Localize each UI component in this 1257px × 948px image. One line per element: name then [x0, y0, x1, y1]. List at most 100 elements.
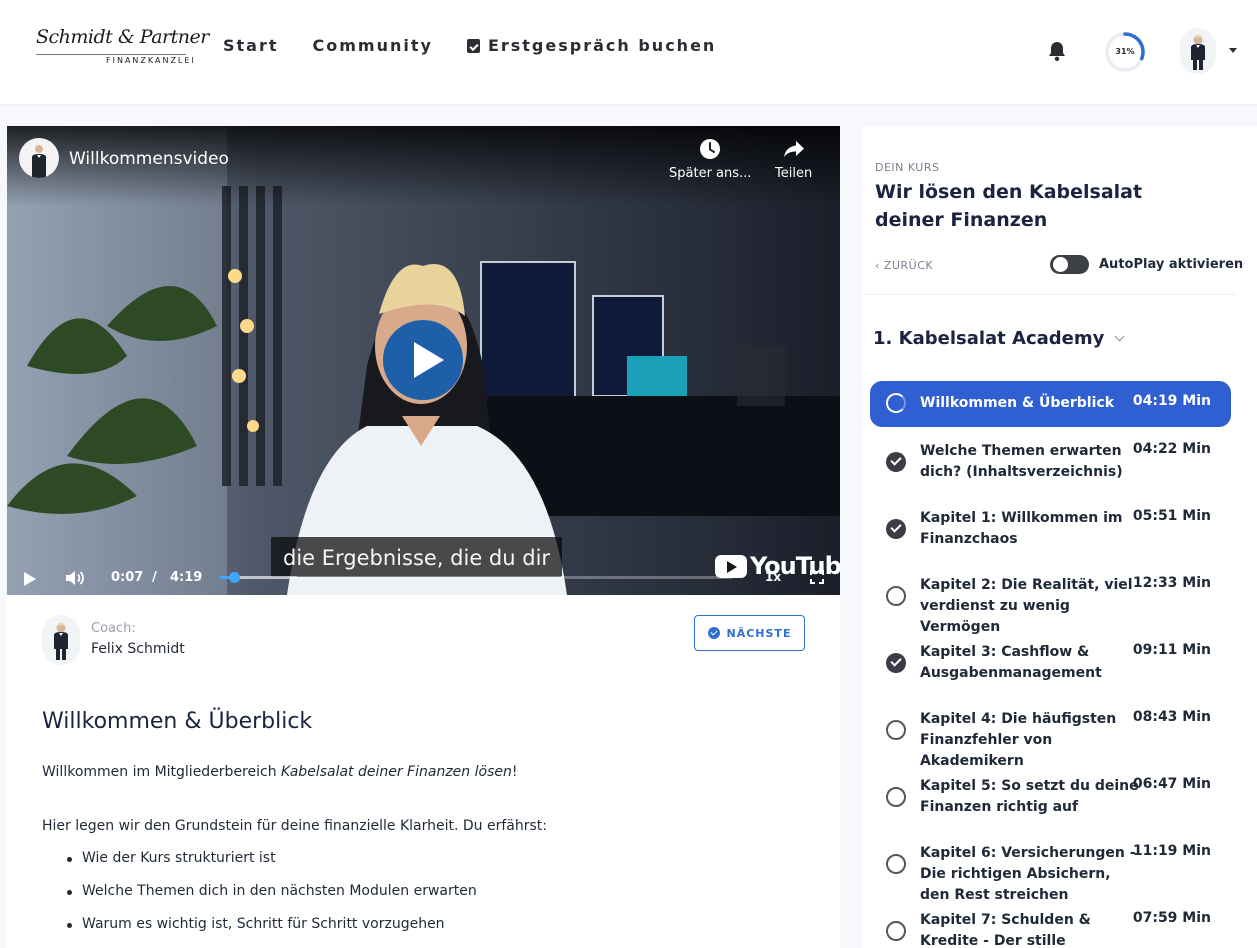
fullscreen-icon[interactable] — [810, 570, 824, 584]
nav-book-call-label: Erstgespräch buchen — [487, 36, 717, 55]
intro-suffix: ! — [511, 764, 518, 780]
module-header[interactable]: 1. Kabelsalat Academy — [873, 328, 1125, 349]
empty-circle-icon — [886, 787, 906, 807]
empty-circle-icon — [886, 586, 906, 606]
divider — [862, 294, 1237, 295]
brand-logo[interactable]: Schmidt & Partner FINANZKANZLEI — [36, 26, 209, 70]
lesson-bullet-list: Wie der Kurs strukturiert ist Welche The… — [62, 850, 477, 948]
list-item: Wie der Kurs strukturiert ist — [62, 850, 477, 883]
back-label: ZURÜCK — [883, 259, 934, 272]
progress-percent: 31% — [1115, 47, 1135, 56]
lesson-duration: 07:59 Min — [1132, 910, 1211, 926]
chevron-down-icon — [1114, 331, 1125, 342]
top-header: Schmidt & Partner FINANZKANZLEI Start Co… — [0, 0, 1257, 105]
course-title: Wir lösen den Kabelsalat deiner Finanzen — [875, 181, 1143, 231]
logo-script: Schmidt & Partner — [36, 26, 209, 48]
lesson-duration: 09:11 Min — [1132, 642, 1211, 658]
lesson-item[interactable]: Kapitel 4: Die häufigsten Finanzfehler v… — [870, 708, 1231, 769]
speed-button[interactable]: 1x — [765, 570, 781, 584]
course-kicker: DEIN KURS — [875, 161, 940, 174]
lesson-duration: 05:51 Min — [1132, 508, 1211, 524]
course-progress-ring[interactable]: 31% — [1104, 31, 1146, 73]
lesson-name: Kapitel 6: Versicherungen - Die richtige… — [920, 845, 1136, 903]
youtube-play-icon — [715, 554, 747, 578]
lesson-duration: 04:22 Min — [1132, 441, 1211, 457]
share-label: Teilen — [775, 166, 813, 181]
lesson-duration: 06:47 Min — [1132, 776, 1211, 792]
nav-community-label: Community — [312, 36, 433, 55]
main-nav: Start Community Erstgespräch buchen — [223, 36, 716, 55]
loading-spinner-icon — [886, 393, 906, 413]
avatar[interactable] — [1180, 28, 1216, 74]
lesson-item[interactable]: Kapitel 7: Schulden & Kredite - Der stil… — [870, 909, 1231, 948]
seek-bar[interactable] — [220, 572, 732, 583]
lesson-name: Welche Themen erwarten dich? (Inhaltsver… — [920, 443, 1123, 480]
youtube-wordmark: YouTube — [750, 552, 840, 580]
check-circle-icon — [886, 519, 906, 539]
coach-label: Coach: — [91, 621, 136, 636]
lesson-name: Kapitel 1: Willkommen im Finanzchaos — [920, 510, 1123, 547]
video-player[interactable]: Willkommensvideo Später ans... Teilen di… — [7, 126, 840, 595]
chevron-left-icon: ‹ — [875, 259, 884, 272]
share-arrow-icon — [783, 141, 804, 157]
nav-book-call[interactable]: Erstgespräch buchen — [466, 36, 717, 55]
volume-icon[interactable] — [65, 569, 87, 587]
autoplay-label: AutoPlay aktivieren — [1099, 257, 1244, 272]
lesson-item[interactable]: Kapitel 6: Versicherungen - Die richtige… — [870, 842, 1231, 903]
channel-avatar[interactable] — [19, 138, 59, 178]
clock-icon — [700, 139, 721, 159]
check-circle-icon — [886, 452, 906, 472]
lesson-duration: 11:19 Min — [1132, 843, 1211, 859]
logo-underline — [36, 54, 186, 55]
lesson-title: Willkommen & Überblick — [42, 709, 313, 734]
seek-handle[interactable] — [228, 572, 240, 583]
watch-later-button[interactable]: Später ans... — [669, 138, 751, 181]
coach-name: Felix Schmidt — [91, 641, 185, 657]
lesson-duration: 08:43 Min — [1132, 709, 1211, 725]
lesson-item[interactable]: Kapitel 2: Die Realität, viel verdienst … — [870, 574, 1231, 635]
nav-start[interactable]: Start — [223, 36, 279, 55]
lesson-name: Kapitel 5: So setzt du deine Finanzen ri… — [920, 778, 1139, 815]
next-lesson-button[interactable]: NÄCHSTE — [694, 615, 805, 651]
duration: 4:19 — [170, 570, 203, 585]
chevron-down-icon[interactable] — [1229, 48, 1237, 53]
clipboard-check-icon — [466, 38, 480, 53]
check-circle-icon — [707, 627, 720, 639]
lesson-intro-2: Hier legen wir den Grundstein für deine … — [42, 818, 547, 834]
nav-community[interactable]: Community — [313, 36, 433, 55]
lesson-item[interactable]: Kapitel 3: Cashflow & Ausgabenmanagement… — [870, 641, 1231, 687]
lesson-item[interactable]: Welche Themen erwarten dich? (Inhaltsver… — [870, 440, 1231, 486]
next-button-label: NÄCHSTE — [726, 626, 792, 640]
person-figure-icon — [32, 145, 46, 178]
lesson-item[interactable]: Kapitel 1: Willkommen im Finanzchaos 05:… — [870, 507, 1231, 553]
play-button[interactable] — [383, 320, 463, 400]
empty-circle-icon — [886, 921, 906, 941]
lesson-item[interactable]: Willkommen & Überblick 04:19 Min — [870, 381, 1231, 427]
current-time: 0:07 — [111, 570, 144, 585]
bell-icon[interactable] — [1047, 40, 1067, 62]
share-button[interactable]: Teilen — [775, 138, 812, 181]
list-item: Welche Themen dich in den nächsten Modul… — [62, 883, 477, 916]
lesson-duration: 04:19 Min — [1132, 393, 1211, 409]
lesson-name: Kapitel 4: Die häufigsten Finanzfehler v… — [920, 711, 1117, 769]
lesson-name: Kapitel 7: Schulden & Kredite - Der stil… — [920, 912, 1091, 948]
autoplay-toggle[interactable] — [1050, 255, 1089, 274]
lesson-intro: Willkommen im Mitgliederbereich Kabelsal… — [42, 764, 517, 780]
intro-text: Willkommen im Mitgliederbereich — [42, 764, 282, 780]
intro-emphasis: Kabelsalat deiner Finanzen lösen — [281, 764, 512, 780]
lesson-duration: 12:33 Min — [1132, 575, 1211, 591]
lesson-name: Kapitel 2: Die Realität, viel verdienst … — [920, 577, 1133, 635]
nav-start-label: Start — [223, 36, 279, 55]
list-item: Warum es wichtig ist, Schritt für Schrit… — [62, 916, 477, 948]
video-title[interactable]: Willkommensvideo — [69, 149, 229, 169]
play-icon[interactable] — [24, 572, 36, 586]
lesson-name: Willkommen & Überblick — [920, 395, 1115, 411]
back-link[interactable]: ‹ ZURÜCK — [875, 259, 933, 272]
coach-avatar — [42, 615, 80, 665]
time-separator: / — [152, 570, 157, 585]
person-figure-icon — [1191, 35, 1205, 70]
logo-subtitle: FINANZKANZLEI — [106, 56, 196, 65]
lesson-item[interactable]: Kapitel 5: So setzt du deine Finanzen ri… — [870, 775, 1231, 821]
check-circle-icon — [886, 653, 906, 673]
module-title: 1. Kabelsalat Academy — [873, 328, 1105, 349]
